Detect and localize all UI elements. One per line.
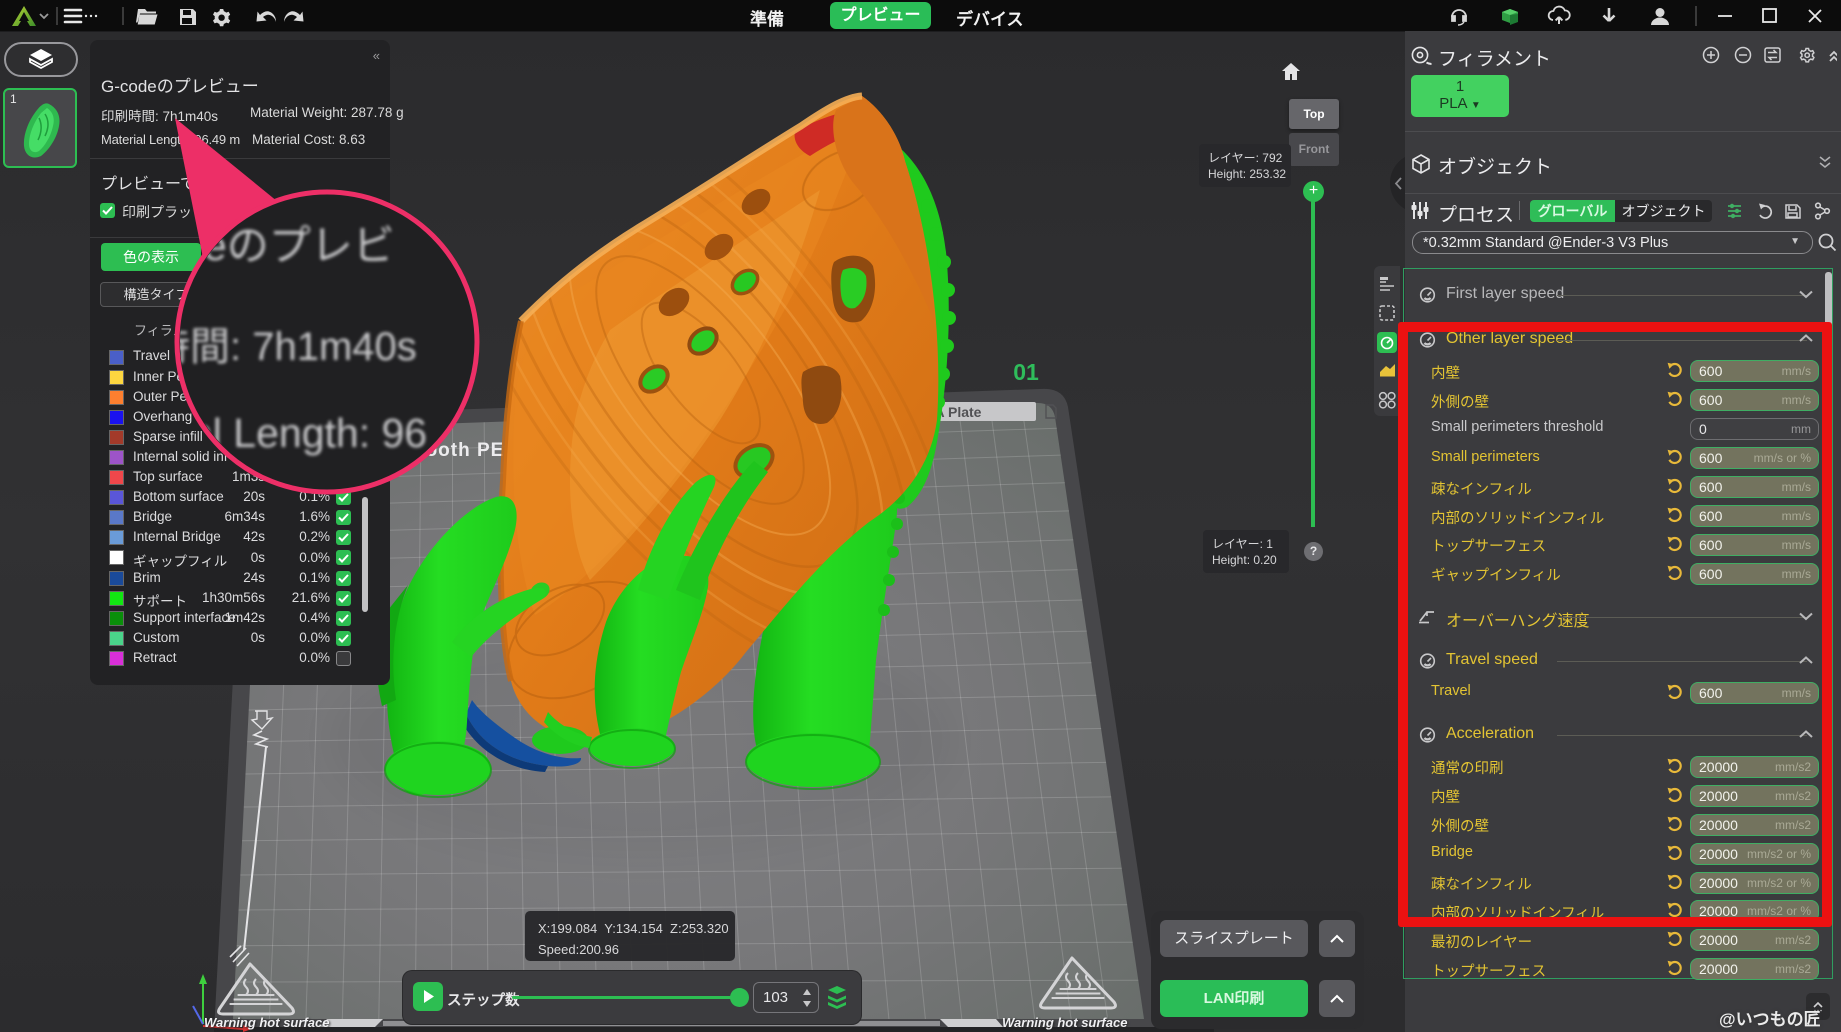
svg-text:Warning hot surface: Warning hot surface [204,1015,329,1030]
svg-text:時間: 7h1m40s: 時間: 7h1m40s [150,325,417,369]
svg-text:Warning hot surface: Warning hot surface [1002,1015,1127,1030]
